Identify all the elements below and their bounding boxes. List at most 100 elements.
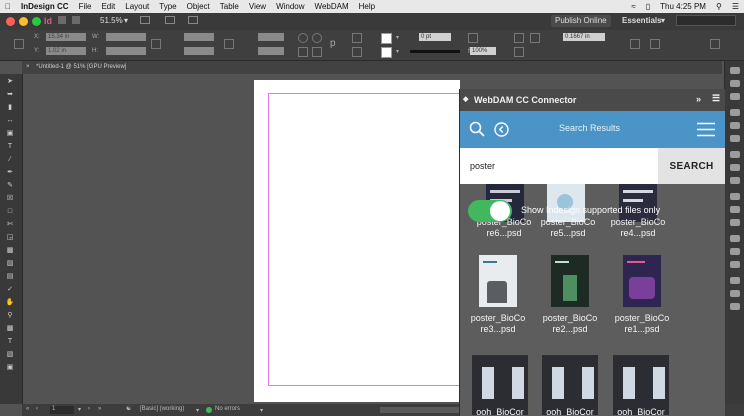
effects-panel-icon[interactable] [730, 177, 740, 184]
rotation-field[interactable] [258, 33, 284, 41]
corner-options-icon[interactable] [630, 39, 640, 49]
menu-type[interactable]: Type [154, 0, 181, 13]
links-panel-icon[interactable] [730, 93, 740, 100]
battery-icon[interactable]: ▯ [641, 0, 655, 13]
result-thumbnail[interactable] [551, 255, 589, 307]
free-transform-tool-icon[interactable]: ◲ [5, 234, 15, 241]
menu-edit[interactable]: Edit [96, 0, 120, 13]
select-content-icon[interactable] [352, 47, 362, 57]
zoom-level[interactable]: 51.5% [100, 16, 123, 25]
selection-tool-icon[interactable]: ➤ [5, 78, 15, 85]
effects-icon[interactable] [468, 33, 478, 43]
glyphs-panel-icon[interactable] [730, 248, 740, 255]
rotate-ccw-icon[interactable] [312, 33, 322, 43]
notification-center-icon[interactable]: ☰ [727, 0, 744, 13]
layers-panel-icon[interactable] [730, 80, 740, 87]
note-tool-icon[interactable]: ▤ [5, 273, 15, 280]
reference-point-icon[interactable] [14, 39, 24, 49]
table-panel-icon[interactable] [730, 261, 740, 268]
workspace-switcher[interactable]: Essentials [622, 16, 662, 25]
errors-dropdown-icon[interactable]: ▾ [260, 407, 263, 414]
search-button[interactable]: SEARCH [658, 148, 725, 184]
search-icon[interactable] [469, 121, 485, 137]
view-options-icon[interactable] [140, 16, 150, 24]
result-thumbnail[interactable] [623, 255, 661, 307]
panel-expand-icon[interactable]: » [696, 94, 701, 104]
stroke-swatch[interactable] [381, 47, 392, 58]
menu-help[interactable]: Help [354, 0, 380, 13]
line-tool-icon[interactable]: ∕ [5, 156, 15, 163]
rectangle-frame-tool-icon[interactable]: ☒ [5, 195, 15, 202]
pages-panel-icon[interactable] [730, 67, 740, 74]
gradient-swatch-tool-icon[interactable]: ▩ [5, 247, 15, 254]
back-icon[interactable] [494, 122, 509, 137]
text-frame-options-icon[interactable] [514, 33, 524, 43]
width-field[interactable] [106, 33, 146, 41]
pen-tool-icon[interactable]: ✒ [5, 169, 15, 176]
shear-field[interactable] [258, 47, 284, 55]
constrain-proportions-icon[interactable] [151, 39, 161, 49]
character-styles-icon[interactable] [730, 219, 740, 226]
swatches-panel-icon[interactable] [730, 122, 740, 129]
stroke-type-preview[interactable] [410, 50, 460, 53]
menu-table[interactable]: Table [215, 0, 244, 13]
result-thumbnail[interactable] [613, 355, 669, 415]
flip-horizontal-icon[interactable] [298, 47, 308, 57]
document-tab[interactable]: *Untitled-1 @ 51% [GPU Preview] [36, 64, 126, 70]
align-panel-icon[interactable] [730, 277, 740, 284]
result-thumbnail[interactable] [542, 355, 598, 415]
panel-menu-icon[interactable]: ☰ [712, 93, 720, 104]
page-dropdown-icon[interactable]: ▾ [78, 406, 81, 413]
control-panel-menu-icon[interactable] [710, 39, 720, 49]
horizontal-scrollbar[interactable] [380, 407, 460, 413]
link-scale-icon[interactable] [224, 39, 234, 49]
close-window-button[interactable] [6, 17, 15, 26]
scale-x-field[interactable] [184, 33, 214, 41]
hand-tool-icon[interactable]: ✋ [5, 299, 15, 306]
menu-layout[interactable]: Layout [120, 0, 154, 13]
apply-none-icon[interactable]: ▧ [5, 351, 15, 358]
panel-collapse-icon[interactable]: ◆ [463, 95, 468, 103]
result-thumbnail[interactable] [472, 355, 528, 415]
last-page-icon[interactable]: » [98, 406, 101, 412]
menu-webdam[interactable]: WebDAM [310, 0, 354, 13]
rectangle-tool-icon[interactable]: □ [5, 208, 15, 215]
y-position-field[interactable]: 1.02 in [46, 47, 86, 55]
arrange-documents-icon[interactable] [188, 16, 198, 24]
hamburger-menu-icon[interactable] [697, 122, 715, 137]
fill-dropdown-icon[interactable]: ▾ [396, 34, 399, 41]
pencil-tool-icon[interactable]: ✎ [5, 182, 15, 189]
search-input[interactable] [460, 148, 658, 184]
workspace-dropdown-icon[interactable]: ▾ [661, 16, 665, 25]
color-panel-icon[interactable] [730, 135, 740, 142]
character-panel-icon[interactable] [730, 235, 740, 242]
next-page-icon[interactable]: › [88, 406, 90, 412]
supported-files-toggle[interactable] [468, 200, 512, 222]
gradient-feather-tool-icon[interactable]: ▨ [5, 260, 15, 267]
formatting-affects-text-icon[interactable]: T [5, 338, 15, 345]
text-wrap-panel-icon[interactable] [730, 193, 740, 200]
scissors-tool-icon[interactable]: ✄ [5, 221, 15, 228]
menu-file[interactable]: File [74, 0, 97, 13]
auto-fit-icon[interactable] [514, 47, 524, 57]
minibridge-icon[interactable] [72, 16, 80, 24]
preflight-profile-icon[interactable]: ☯ [126, 405, 131, 412]
height-field[interactable] [106, 47, 146, 55]
previous-page-icon[interactable]: ‹ [36, 406, 38, 412]
gap-field[interactable]: 0.1667 in [563, 33, 605, 41]
stroke-dropdown-icon[interactable]: ▾ [396, 48, 399, 55]
page-number-field[interactable]: 1 [50, 406, 74, 414]
style-dropdown-icon[interactable]: ▾ [196, 407, 199, 414]
transform-panel-icon[interactable] [730, 303, 740, 310]
zoom-window-button[interactable] [32, 17, 41, 26]
preflight-style[interactable]: [Basic] (working) [140, 406, 184, 412]
preflight-errors[interactable]: No errors [215, 406, 240, 412]
gap-tool-icon[interactable]: ↔ [5, 117, 15, 124]
publish-online-button[interactable]: Publish Online [551, 15, 611, 27]
minimize-window-button[interactable] [19, 17, 28, 26]
page-tool-icon[interactable]: ▮ [5, 104, 15, 111]
apple-icon[interactable]:  [0, 0, 16, 13]
fitting-options-icon[interactable] [530, 33, 540, 43]
paragraph-styles-icon[interactable] [730, 206, 740, 213]
document-tab-close-icon[interactable]: × [26, 64, 30, 70]
